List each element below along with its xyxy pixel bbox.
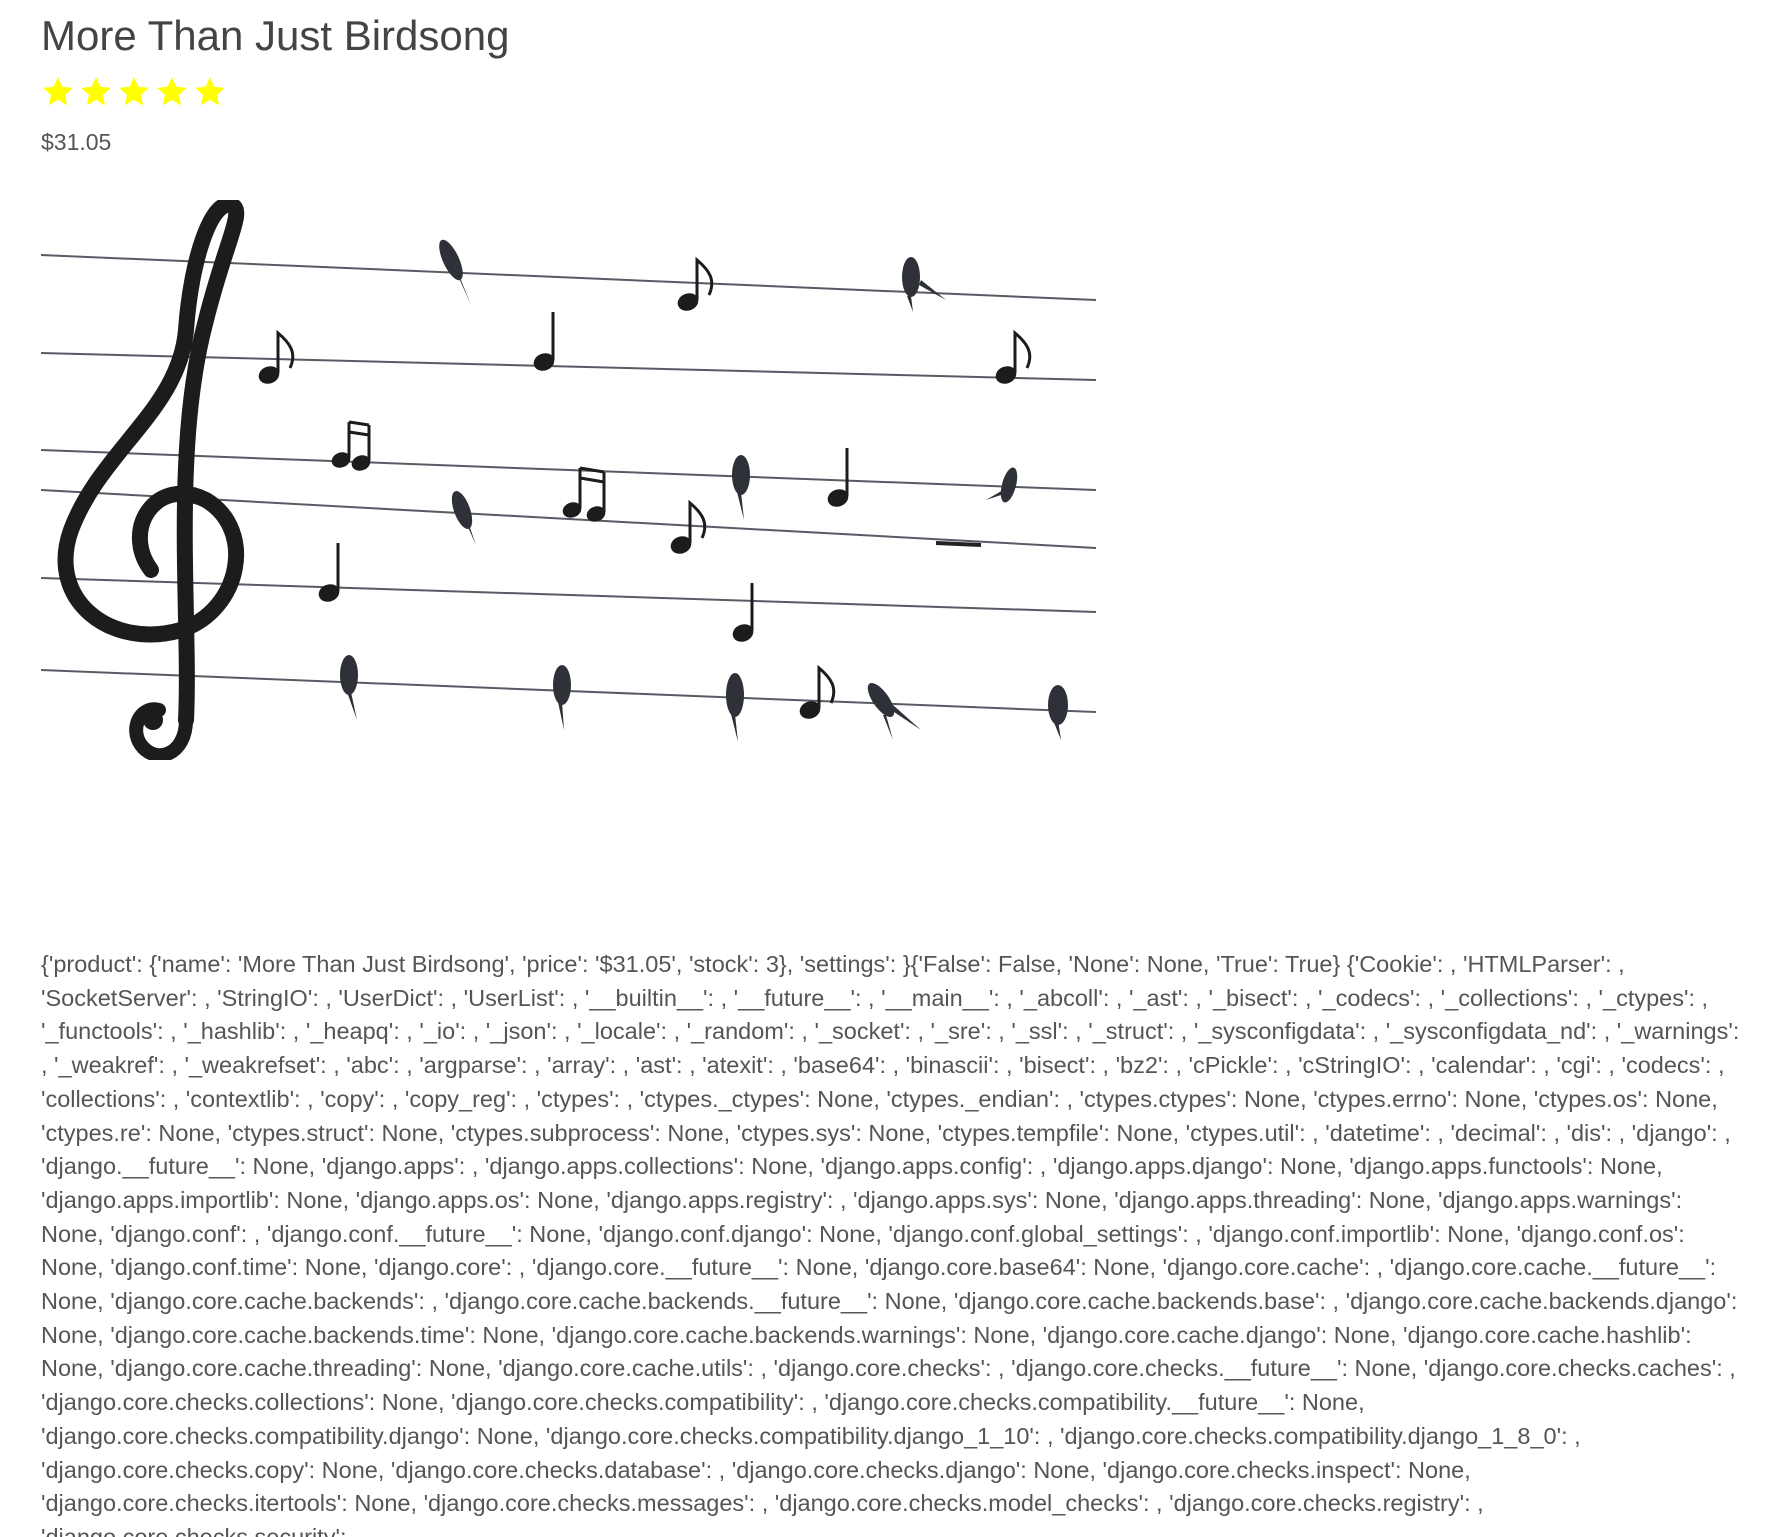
quarter-note-icon [533,312,555,371]
eighth-note-icon [670,499,707,554]
quarter-note-icon [732,583,754,642]
product-image [41,200,1096,760]
bird-icon [902,257,946,312]
quarter-note-icon [827,448,849,507]
quarter-note-icon [318,543,340,602]
wire-highlight [935,541,982,547]
bird-icon [451,491,476,545]
bird-icon [732,455,750,520]
bird-icon [553,665,571,730]
sixteenth-note-icon [562,466,606,522]
star-icon [157,77,187,106]
product-title: More Than Just Birdsong [41,12,510,59]
music-notes-group [258,256,1032,719]
bird-icon [340,655,358,720]
star-icon [43,77,73,106]
description-heading: Description: [41,913,176,939]
star-icon [119,77,149,106]
description-text: {'product': {'name': 'More Than Just Bir… [41,951,1740,1537]
star-icon [195,77,225,106]
star-icon [81,77,111,106]
eighth-note-icon [677,256,714,311]
eighth-note-icon [799,664,836,719]
bird-icon [867,682,921,740]
bird-icon [986,467,1018,503]
star-rating [41,75,227,109]
product-price: $31.05 [41,129,112,155]
birds-group [340,239,1068,742]
sixteenth-note-icon [331,420,371,471]
bird-icon [439,239,471,305]
bird-icon [1048,685,1068,740]
bird-icon [726,673,744,742]
birds-on-wires-illustration [41,200,1096,760]
